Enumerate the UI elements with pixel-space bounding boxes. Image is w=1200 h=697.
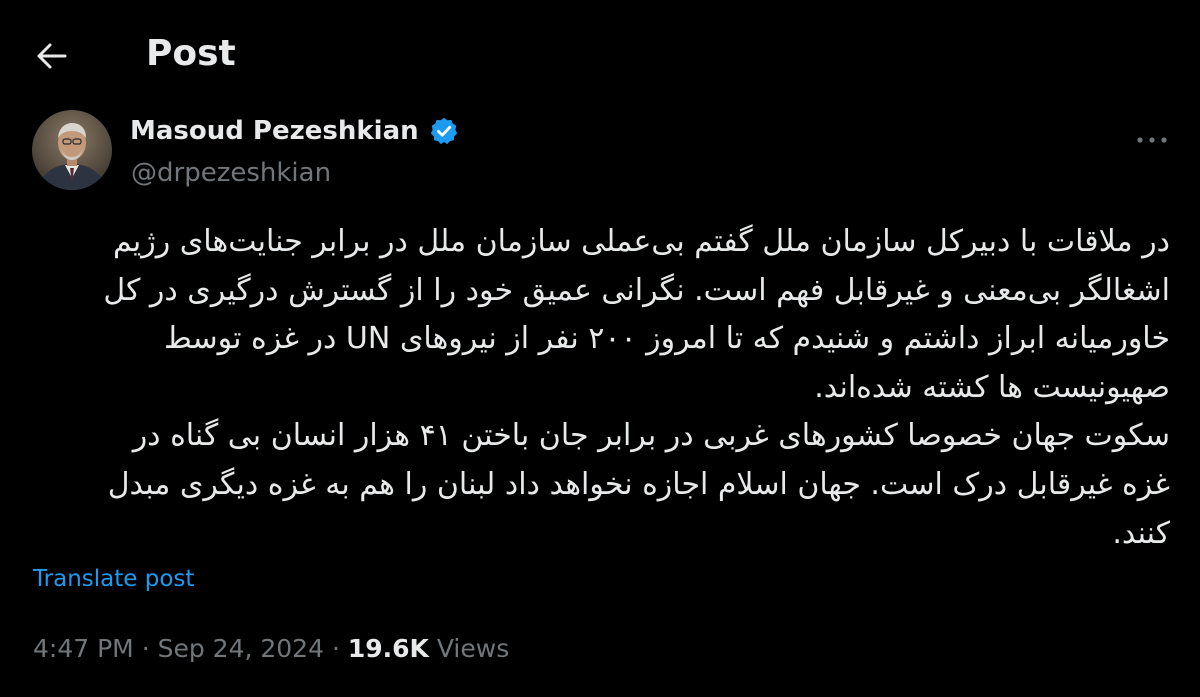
post-text-line: صهیونیست ها کشته شده‌اند.	[814, 369, 1170, 405]
verified-badge-icon	[430, 117, 457, 145]
post-time[interactable]: 4:47 PM	[33, 634, 134, 663]
translate-post-link[interactable]: Translate post	[33, 563, 194, 595]
post-metadata: 4:47 PM · Sep 24, 2024 · 19.6K Views	[33, 631, 509, 667]
post-text-line: کنند.	[1112, 515, 1170, 551]
avatar[interactable]	[32, 110, 112, 190]
author-display-name[interactable]: Masoud Pezeshkian	[130, 114, 459, 148]
views-count: 19.6K	[347, 634, 429, 663]
meta-separator: ·	[141, 634, 150, 663]
more-horizontal-icon	[1137, 137, 1167, 143]
views-label: Views	[436, 634, 510, 663]
more-options-button[interactable]	[1130, 118, 1174, 162]
post-header: Post	[0, 0, 1200, 110]
post-text: در ملاقات با دبیرکل سازمان ملل گفتم بی‌ع…	[32, 218, 1170, 558]
post-text-line: خاورمیانه ابراز داشتم و شنیدم که تا امرو…	[164, 321, 1170, 357]
author-handle[interactable]: @drpezeshkian	[131, 156, 331, 190]
post-text-line: اشغالگر بی‌معنی و غیرقابل فهم است. نگران…	[103, 272, 1170, 308]
author-row: Masoud Pezeshkian @drpezeshkian	[0, 106, 1200, 202]
post-text-line: غزه غیرقابل درک است. جهان اسلام اجازه نخ…	[107, 466, 1170, 502]
avatar-image	[32, 110, 112, 190]
back-button[interactable]	[30, 34, 74, 78]
post-text-line: سکوت جهان خصوصا کشورهای غربی در برابر جا…	[132, 418, 1170, 454]
post-date[interactable]: Sep 24, 2024	[158, 634, 324, 663]
author-name-text: Masoud Pezeshkian	[130, 116, 419, 146]
arrow-left-icon	[37, 43, 67, 69]
meta-separator: ·	[331, 634, 340, 663]
page-title: Post	[146, 33, 236, 74]
post-text-line: در ملاقات با دبیرکل سازمان ملل گفتم بی‌ع…	[112, 224, 1170, 259]
